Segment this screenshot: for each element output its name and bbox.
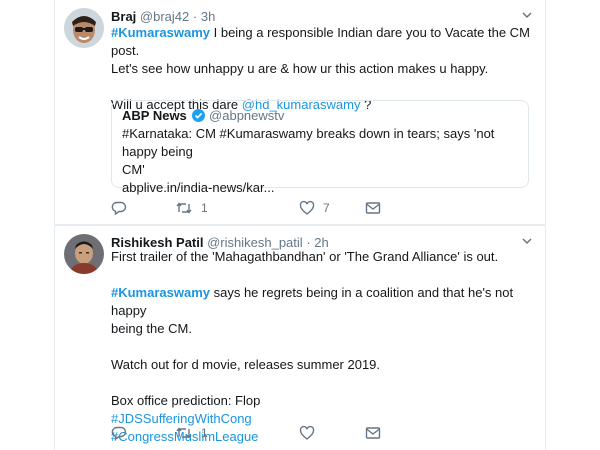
separator-dot: · [192, 9, 198, 24]
quoted-tweet-text-line: #Karnataka: CM #Kumaraswamy breaks down … [122, 126, 495, 159]
reply-button[interactable] [111, 199, 127, 217]
retweet-button[interactable]: 1 [175, 199, 208, 217]
direct-message-button[interactable] [365, 424, 381, 442]
reply-icon [111, 425, 127, 441]
hashtag-link[interactable]: #Kumaraswamy [111, 25, 210, 40]
like-button[interactable]: 7 [299, 199, 330, 217]
quoted-tweet-header: ABP News @abpnewstv [122, 107, 518, 125]
reply-button[interactable] [111, 424, 127, 442]
column-border-right [545, 0, 546, 450]
retweet-button[interactable]: 1 [175, 424, 208, 442]
tweet-line: Watch out for d movie, releases summer 2… [111, 357, 381, 372]
display-name[interactable]: Braj [111, 9, 136, 24]
tweet-rishikesh-patil[interactable]: Rishikesh Patil @rishikesh_patil · 2h Fi… [55, 226, 545, 450]
like-icon [299, 425, 315, 441]
quoted-tweet-text-line: CM' [122, 162, 145, 177]
hashtag-link[interactable]: #Kumaraswamy [111, 285, 210, 300]
quoted-display-name[interactable]: ABP News [122, 108, 187, 123]
direct-message-button[interactable] [365, 199, 381, 217]
like-icon [299, 200, 315, 216]
direct-message-icon [365, 425, 381, 441]
direct-message-icon [365, 200, 381, 216]
quoted-tweet-card[interactable]: ABP News @abpnewstv #Karnataka: CM #Kuma… [111, 100, 529, 195]
retweet-icon [175, 425, 193, 441]
avatar[interactable] [64, 8, 104, 48]
timeline: Braj @braj42 · 3h #Kumaraswamy I being a… [0, 0, 600, 450]
quoted-user-handle[interactable]: @abpnewstv [209, 108, 284, 123]
tweet-line: Box office prediction: Flop [111, 393, 261, 408]
retweet-count: 1 [201, 201, 208, 215]
tweet-line: First trailer of the 'Mahagathbandhan' o… [111, 249, 499, 264]
avatar[interactable] [64, 234, 104, 274]
verified-badge-icon [192, 109, 206, 122]
tweet-braj[interactable]: Braj @braj42 · 3h #Kumaraswamy I being a… [55, 0, 545, 224]
tweet-line: Let's see how unhappy u are & how ur thi… [111, 61, 489, 76]
user-handle[interactable]: @braj42 [140, 9, 189, 24]
like-button[interactable] [299, 424, 315, 442]
retweet-count: 1 [201, 426, 208, 440]
reply-icon [111, 200, 127, 216]
like-count: 7 [323, 201, 330, 215]
tweet-line: being the CM. [111, 321, 192, 336]
tweet-line: #Kumaraswamy says he regrets being in a … [111, 284, 533, 320]
timestamp[interactable]: 3h [201, 9, 215, 24]
tweet-line: #Kumaraswamy I being a responsible India… [111, 24, 533, 60]
tweet-text: First trailer of the 'Mahagathbandhan' o… [111, 248, 533, 446]
retweet-icon [175, 200, 193, 216]
quoted-tweet-link[interactable]: abplive.in/india-news/kar... [122, 179, 518, 197]
